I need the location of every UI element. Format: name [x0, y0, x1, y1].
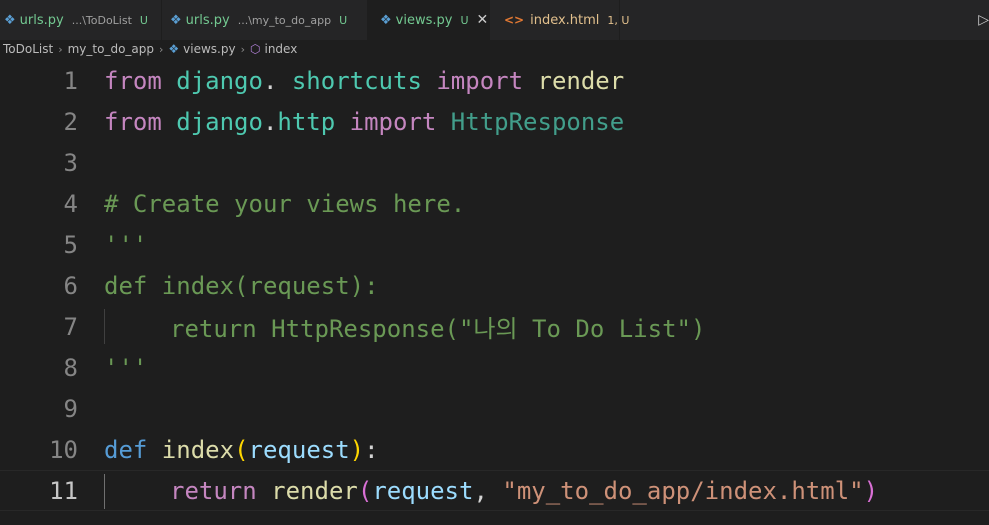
- code-token: render: [256, 476, 358, 505]
- editor-tab-bar: ❖ urls.py ...\ToDoList U ❖ urls.py ...\m…: [0, 0, 989, 41]
- problem-status-badge: 1, U: [607, 13, 630, 27]
- code-token: "my_to_do_app/index.html": [502, 476, 864, 505]
- code-docstring: return HttpResponse("나의 To Do List"): [170, 315, 706, 343]
- tab-urls-my-to-do-app[interactable]: ❖ urls.py ...\my_to_do_app U: [162, 0, 368, 40]
- code-token: (: [234, 435, 249, 464]
- code-line: 8 ''': [0, 347, 989, 388]
- git-status-badge: U: [460, 13, 469, 27]
- line-number: 5: [63, 230, 78, 259]
- code-line: 5 ''': [0, 224, 989, 265]
- code-token: from: [104, 107, 162, 136]
- chevron-right-icon: ›: [240, 42, 245, 56]
- chevron-right-icon: ›: [159, 42, 164, 56]
- code-text: return render(request, "my_to_do_app/ind…: [170, 477, 878, 505]
- code-token: django: [161, 66, 263, 95]
- tab-label: urls.py: [185, 12, 230, 28]
- run-icon[interactable]: ▷: [978, 12, 989, 28]
- line-number: 2: [63, 107, 78, 136]
- code-token: request: [372, 476, 474, 505]
- code-docstring: def index(request):: [104, 271, 379, 300]
- code-comment: # Create your views here.: [104, 189, 466, 218]
- breadcrumb-item-todolist[interactable]: ToDoList: [3, 42, 53, 56]
- chevron-right-icon: ›: [58, 42, 63, 56]
- python-file-icon: ❖: [380, 12, 392, 28]
- code-token: ): [349, 435, 365, 464]
- python-file-icon: ❖: [4, 12, 16, 28]
- breadcrumb-item-views-py[interactable]: views.py: [183, 42, 235, 56]
- code-token: .: [262, 107, 278, 136]
- line-number: 9: [63, 394, 78, 423]
- code-line-current: 11 return render(request, "my_to_do_app/…: [0, 470, 989, 511]
- code-docstring: ''': [104, 353, 148, 382]
- git-status-badge: U: [139, 13, 148, 27]
- code-token: .: [262, 66, 278, 95]
- line-number: 6: [63, 271, 78, 300]
- line-number: 10: [49, 435, 78, 464]
- code-text: from django.http import HttpResponse: [104, 108, 624, 136]
- code-token: import: [335, 107, 437, 136]
- python-file-icon: ❖: [170, 12, 182, 28]
- code-token: ,: [473, 476, 503, 505]
- line-number: 11: [49, 476, 78, 505]
- code-line: 6 def index(request):: [0, 265, 989, 306]
- code-token: index: [147, 435, 235, 464]
- code-token: render: [523, 66, 625, 95]
- tab-label: index.html: [530, 12, 600, 28]
- symbol-method-icon: ⬡: [250, 42, 261, 56]
- breadcrumb: ToDoList › my_to_do_app › ❖ views.py › ⬡…: [0, 40, 989, 58]
- code-token: def: [104, 435, 148, 464]
- code-token: request: [248, 435, 350, 464]
- code-text: def index(request):: [104, 436, 379, 464]
- line-number: 3: [63, 148, 78, 177]
- code-token: shortcuts: [277, 66, 422, 95]
- code-token: django: [161, 107, 263, 136]
- tab-description: ...\ToDoList: [71, 13, 132, 27]
- tab-urls-todolist[interactable]: ❖ urls.py ...\ToDoList U: [0, 0, 162, 40]
- tab-label: urls.py: [19, 12, 64, 28]
- close-icon[interactable]: ✕: [477, 12, 489, 28]
- html-file-icon: <>: [504, 13, 525, 27]
- line-number: 4: [63, 189, 78, 218]
- indent-guide: [104, 309, 105, 344]
- code-line: 9: [0, 388, 989, 429]
- code-editor[interactable]: 1 from django. shortcuts import render 2…: [0, 60, 989, 525]
- code-token: HttpResponse: [436, 107, 625, 136]
- code-line: 7 return HttpResponse("나의 To Do List"): [0, 306, 989, 347]
- code-text: from django. shortcuts import render: [104, 67, 624, 95]
- code-line: 10 def index(request):: [0, 429, 989, 470]
- code-line: 3: [0, 142, 989, 183]
- code-token: ): [863, 476, 879, 505]
- line-number: 7: [63, 312, 78, 341]
- code-token: :: [364, 435, 379, 464]
- code-token: http: [277, 107, 336, 136]
- tab-description: ...\my_to_do_app: [237, 13, 332, 27]
- indent-guide: [104, 474, 105, 509]
- code-line: 4 # Create your views here.: [0, 183, 989, 224]
- git-status-badge: U: [339, 13, 348, 27]
- line-number: 1: [63, 66, 78, 95]
- code-token: import: [421, 66, 524, 95]
- tab-views-py[interactable]: ❖ views.py U ✕: [368, 0, 490, 40]
- code-line: 2 from django.http import HttpResponse: [0, 101, 989, 142]
- code-token: (: [357, 476, 373, 505]
- code-line: 1 from django. shortcuts import render: [0, 60, 989, 101]
- code-token: from: [104, 66, 162, 95]
- breadcrumb-item-index[interactable]: index: [264, 42, 297, 56]
- breadcrumb-item-my-to-do-app[interactable]: my_to_do_app: [68, 42, 154, 56]
- code-token: return: [170, 476, 257, 505]
- code-docstring: ''': [104, 230, 148, 259]
- line-number: 8: [63, 353, 78, 382]
- python-file-icon: ❖: [168, 42, 180, 56]
- tab-label: views.py: [395, 12, 453, 28]
- tab-index-html[interactable]: <> index.html 1, U: [490, 0, 629, 40]
